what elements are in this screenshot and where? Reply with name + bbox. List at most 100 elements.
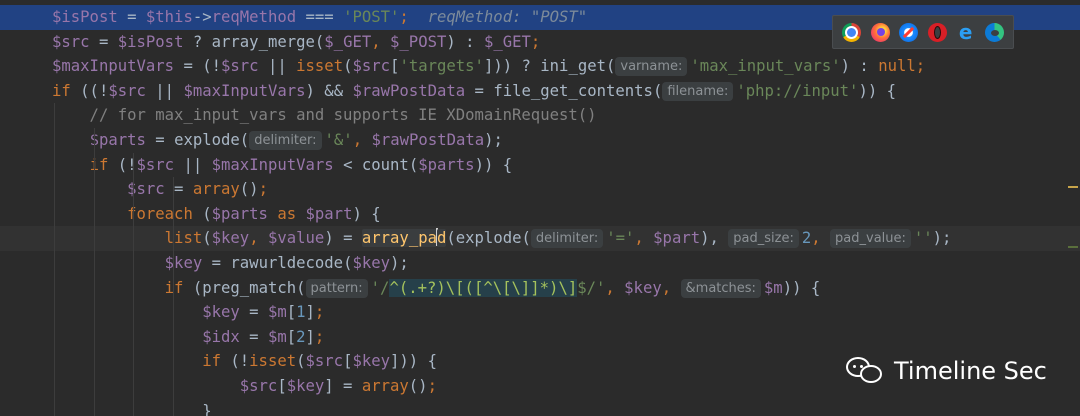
code-token: (: [296, 352, 306, 371]
code-token: $m: [763, 278, 783, 297]
code-token: ||: [145, 81, 184, 100]
change-marker[interactable]: [1068, 246, 1078, 248]
code-line[interactable]: }: [0, 399, 1080, 416]
code-token: ;: [314, 303, 325, 322]
parameter-hint: delimiter:: [249, 131, 322, 150]
code-token: explode: [174, 131, 240, 149]
code-token: $src: [52, 32, 90, 51]
code-token: (: [296, 278, 306, 297]
code-token: );: [484, 131, 503, 149]
firefox-icon[interactable]: [870, 22, 890, 42]
code-line[interactable]: if (!$src || $maxInputVars < count($part…: [0, 153, 1080, 178]
code-token: array_pa: [361, 229, 437, 248]
code-line[interactable]: list($key, $value) = array_pad(explode(d…: [0, 226, 1080, 251]
code-token: ((!: [70, 81, 109, 100]
edge-icon[interactable]: [984, 22, 1004, 42]
code-token: =: [89, 32, 118, 51]
code-token: (): [408, 377, 428, 395]
code-token: (: [183, 278, 203, 297]
code-token: $m: [267, 303, 287, 322]
code-token: (: [446, 229, 456, 248]
indent-guide: [93, 128, 95, 416]
code-token: array: [361, 377, 409, 395]
opera-icon[interactable]: [927, 22, 947, 42]
code-line[interactable]: $src = array();: [0, 177, 1080, 202]
code-token: ->: [192, 8, 212, 26]
code-token: as: [267, 204, 306, 223]
code-token: ) &&: [305, 81, 353, 100]
code-token: [: [277, 377, 287, 395]
parameter-hint: pattern:: [305, 278, 368, 298]
ie-icon[interactable]: e: [956, 22, 975, 42]
code-line[interactable]: if (preg_match(pattern: '/^(.+?)\[([^\[\]…: [0, 276, 1080, 301]
code-token: ) :: [446, 32, 484, 51]
code-token: = (!: [174, 57, 222, 76]
code-token: ;: [915, 57, 926, 76]
code-token: =: [164, 180, 193, 199]
code-token: $src: [239, 377, 278, 395]
watermark-text: Timeline Sec: [894, 357, 1047, 385]
code-token: null: [878, 57, 916, 76]
code-token: '': [913, 229, 933, 248]
code-token: 'targets': [399, 57, 484, 76]
code-token: )) {: [474, 155, 513, 174]
code-line[interactable]: $maxInputVars = (!$src || isset($src['ta…: [0, 54, 1080, 79]
code-token: $isPost: [117, 32, 184, 51]
code-token: count: [361, 155, 409, 174]
code-token: ;: [314, 327, 325, 346]
code-token: $maxInputVars: [211, 155, 334, 174]
code-token: $rawPostData: [352, 81, 466, 100]
code-token: $src: [352, 57, 391, 76]
wechat-icon: [846, 355, 886, 387]
parameter-hint: &matches:: [680, 278, 761, 298]
code-line[interactable]: foreach ($parts as $part) {: [0, 202, 1080, 227]
code-token: (!: [221, 352, 250, 371]
scrollbar-markers[interactable]: [1066, 0, 1080, 416]
code-token: ] =: [324, 377, 362, 395]
code-token: ,: [661, 278, 681, 297]
code-line[interactable]: $idx = $m[2];: [0, 325, 1080, 350]
code-token: =: [202, 254, 231, 272]
code-token: (: [192, 204, 212, 223]
code-token: $parts: [211, 204, 268, 223]
code-token: $key: [352, 352, 391, 371]
code-token: reqMethod: "POST": [408, 8, 588, 26]
code-token: $rawPostData: [371, 131, 485, 149]
code-line[interactable]: if ((!$src || $maxInputVars) && $rawPost…: [0, 79, 1080, 104]
code-token: [: [286, 327, 297, 346]
code-token: ^(.+?)\[([^\[\]]*)\]: [389, 278, 578, 297]
code-token: [: [286, 303, 297, 322]
code-token: $m: [267, 327, 287, 346]
code-token: 2: [801, 229, 812, 248]
code-token: ,: [811, 229, 831, 248]
code-token: ) =: [324, 229, 362, 248]
code-token: ||: [258, 57, 297, 76]
code-token: (: [606, 57, 616, 76]
code-line[interactable]: $parts = explode(delimiter: '&', $rawPost…: [0, 128, 1080, 153]
code-token: );: [932, 229, 952, 248]
code-token: =: [117, 8, 146, 26]
code-token: array_merge: [211, 32, 315, 51]
code-editor[interactable]: $isPost = $this->reqMethod === 'POST'; r…: [0, 0, 1080, 416]
code-token: =: [145, 131, 175, 149]
code-token: ])) ?: [483, 57, 541, 76]
code-token: ,: [352, 131, 372, 149]
code-token: ===: [296, 8, 344, 26]
chrome-icon[interactable]: [842, 22, 862, 42]
safari-icon[interactable]: [899, 22, 919, 42]
code-token: $src: [305, 352, 344, 371]
code-line[interactable]: $key = $m[1];: [0, 300, 1080, 325]
warning-marker[interactable]: [1068, 186, 1078, 188]
code-token: reqMethod: [211, 8, 297, 26]
code-token: $_GET: [324, 32, 372, 51]
parameter-hint: delimiter:: [530, 229, 604, 249]
code-line[interactable]: $key = rawurldecode($key);: [0, 251, 1080, 276]
code-token: $src: [108, 81, 146, 100]
code-token: isset: [296, 57, 344, 76]
code-line[interactable]: // for max_input_vars and supports IE XD…: [0, 103, 1080, 128]
code-token: 'php://input': [736, 81, 859, 100]
code-token: }: [52, 401, 212, 416]
